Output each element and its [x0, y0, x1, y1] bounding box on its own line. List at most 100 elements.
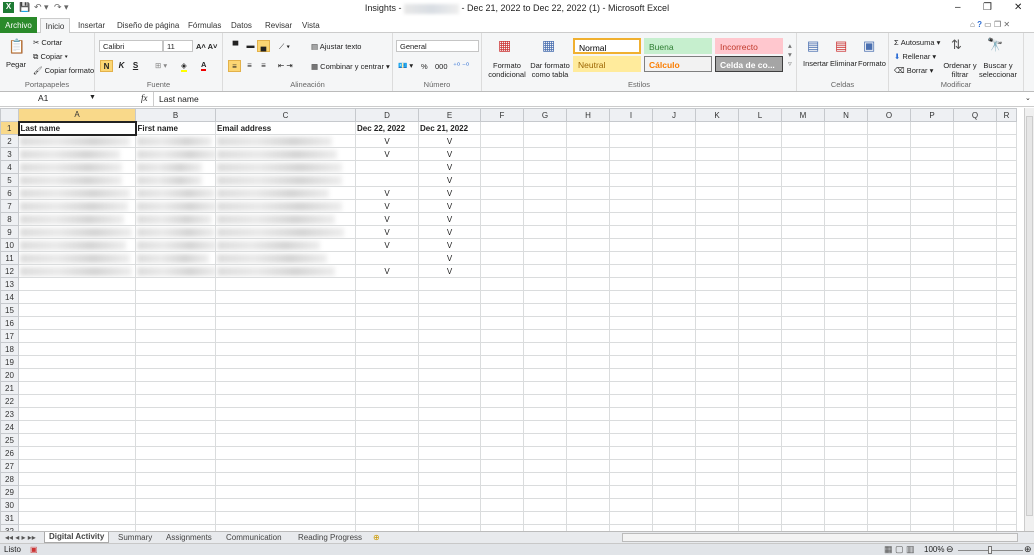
cell[interactable] [781, 173, 825, 187]
row-header-29[interactable]: 29 [0, 485, 19, 499]
cell[interactable] [652, 394, 696, 408]
sheet-tab-reading-progress[interactable]: Reading Progress [298, 533, 362, 542]
cell[interactable] [355, 277, 419, 291]
cell[interactable] [996, 121, 1017, 135]
cell[interactable] [609, 433, 653, 447]
cell[interactable] [355, 368, 419, 382]
cell-style-3[interactable]: Incorrecto [715, 38, 783, 54]
cell[interactable] [418, 407, 481, 421]
cell[interactable] [566, 290, 610, 304]
cell[interactable] [738, 407, 782, 421]
cell[interactable] [953, 121, 997, 135]
cell[interactable] [910, 355, 954, 369]
cell[interactable] [523, 355, 567, 369]
cell[interactable] [953, 277, 997, 291]
cell[interactable] [215, 134, 356, 148]
cell[interactable] [910, 212, 954, 226]
cell[interactable] [609, 173, 653, 187]
cell[interactable] [609, 121, 653, 135]
cell[interactable] [867, 212, 911, 226]
cell[interactable] [418, 433, 481, 447]
cell[interactable] [480, 511, 524, 525]
percent-button[interactable]: % [421, 62, 428, 71]
cell[interactable] [480, 316, 524, 330]
cell[interactable] [695, 459, 739, 473]
cell[interactable] [609, 420, 653, 434]
cell[interactable] [996, 134, 1017, 148]
cell[interactable] [215, 485, 356, 499]
cell[interactable] [135, 199, 216, 213]
row-header-19[interactable]: 19 [0, 355, 19, 369]
cell[interactable] [355, 173, 419, 187]
cell[interactable] [523, 446, 567, 460]
cell[interactable] [953, 264, 997, 278]
cell[interactable]: First name [135, 121, 216, 135]
cell[interactable] [566, 186, 610, 200]
cell[interactable] [135, 381, 216, 395]
cell[interactable] [523, 342, 567, 356]
cell[interactable] [867, 394, 911, 408]
cell[interactable] [867, 316, 911, 330]
cell[interactable] [867, 433, 911, 447]
cell[interactable] [480, 459, 524, 473]
sheet-tab-summary[interactable]: Summary [118, 533, 152, 542]
cell[interactable] [18, 160, 136, 174]
format-painter-button[interactable]: 🖌 Copiar formato [33, 66, 94, 75]
cell[interactable] [18, 212, 136, 226]
new-sheet-icon[interactable]: ⊕ [373, 533, 380, 542]
cell[interactable] [480, 355, 524, 369]
row-header-2[interactable]: 2 [0, 134, 19, 148]
cell[interactable] [996, 186, 1017, 200]
cell[interactable] [135, 368, 216, 382]
cell[interactable] [738, 173, 782, 187]
row-header-28[interactable]: 28 [0, 472, 19, 486]
cell[interactable] [418, 485, 481, 499]
cell[interactable] [695, 368, 739, 382]
font-name-select[interactable]: Calibri [99, 40, 163, 52]
cell[interactable] [566, 199, 610, 213]
cell[interactable] [910, 186, 954, 200]
cell[interactable] [867, 186, 911, 200]
cell[interactable] [609, 160, 653, 174]
cell[interactable] [996, 199, 1017, 213]
cell[interactable] [135, 355, 216, 369]
cell[interactable] [781, 212, 825, 226]
cell[interactable] [18, 368, 136, 382]
cell[interactable] [695, 225, 739, 239]
cell[interactable] [215, 381, 356, 395]
cell[interactable] [910, 290, 954, 304]
cell[interactable] [652, 251, 696, 265]
cell[interactable] [867, 290, 911, 304]
cell[interactable] [480, 485, 524, 499]
cell[interactable] [135, 147, 216, 161]
cell[interactable] [355, 290, 419, 304]
cell[interactable] [738, 264, 782, 278]
cell[interactable] [953, 394, 997, 408]
cell[interactable] [738, 433, 782, 447]
cell[interactable] [910, 251, 954, 265]
cell[interactable] [867, 303, 911, 317]
cell[interactable] [781, 420, 825, 434]
cell[interactable] [738, 394, 782, 408]
cell[interactable] [215, 264, 356, 278]
cell[interactable] [480, 277, 524, 291]
cell[interactable] [738, 212, 782, 226]
cell[interactable] [867, 160, 911, 174]
cell[interactable] [695, 420, 739, 434]
cell[interactable] [480, 381, 524, 395]
row-header-20[interactable]: 20 [0, 368, 19, 382]
cell[interactable] [652, 277, 696, 291]
row-header-13[interactable]: 13 [0, 277, 19, 291]
cell[interactable] [695, 381, 739, 395]
tab-revisar[interactable]: Revisar [265, 21, 292, 30]
cell[interactable] [867, 329, 911, 343]
cell[interactable] [523, 303, 567, 317]
cell[interactable]: Dec 21, 2022 [418, 121, 481, 135]
cell[interactable] [824, 212, 868, 226]
cell[interactable] [18, 485, 136, 499]
cell[interactable] [609, 147, 653, 161]
cell[interactable] [824, 498, 868, 512]
cell[interactable] [18, 277, 136, 291]
cell[interactable] [824, 394, 868, 408]
horizontal-scrollbar[interactable] [622, 533, 1018, 542]
